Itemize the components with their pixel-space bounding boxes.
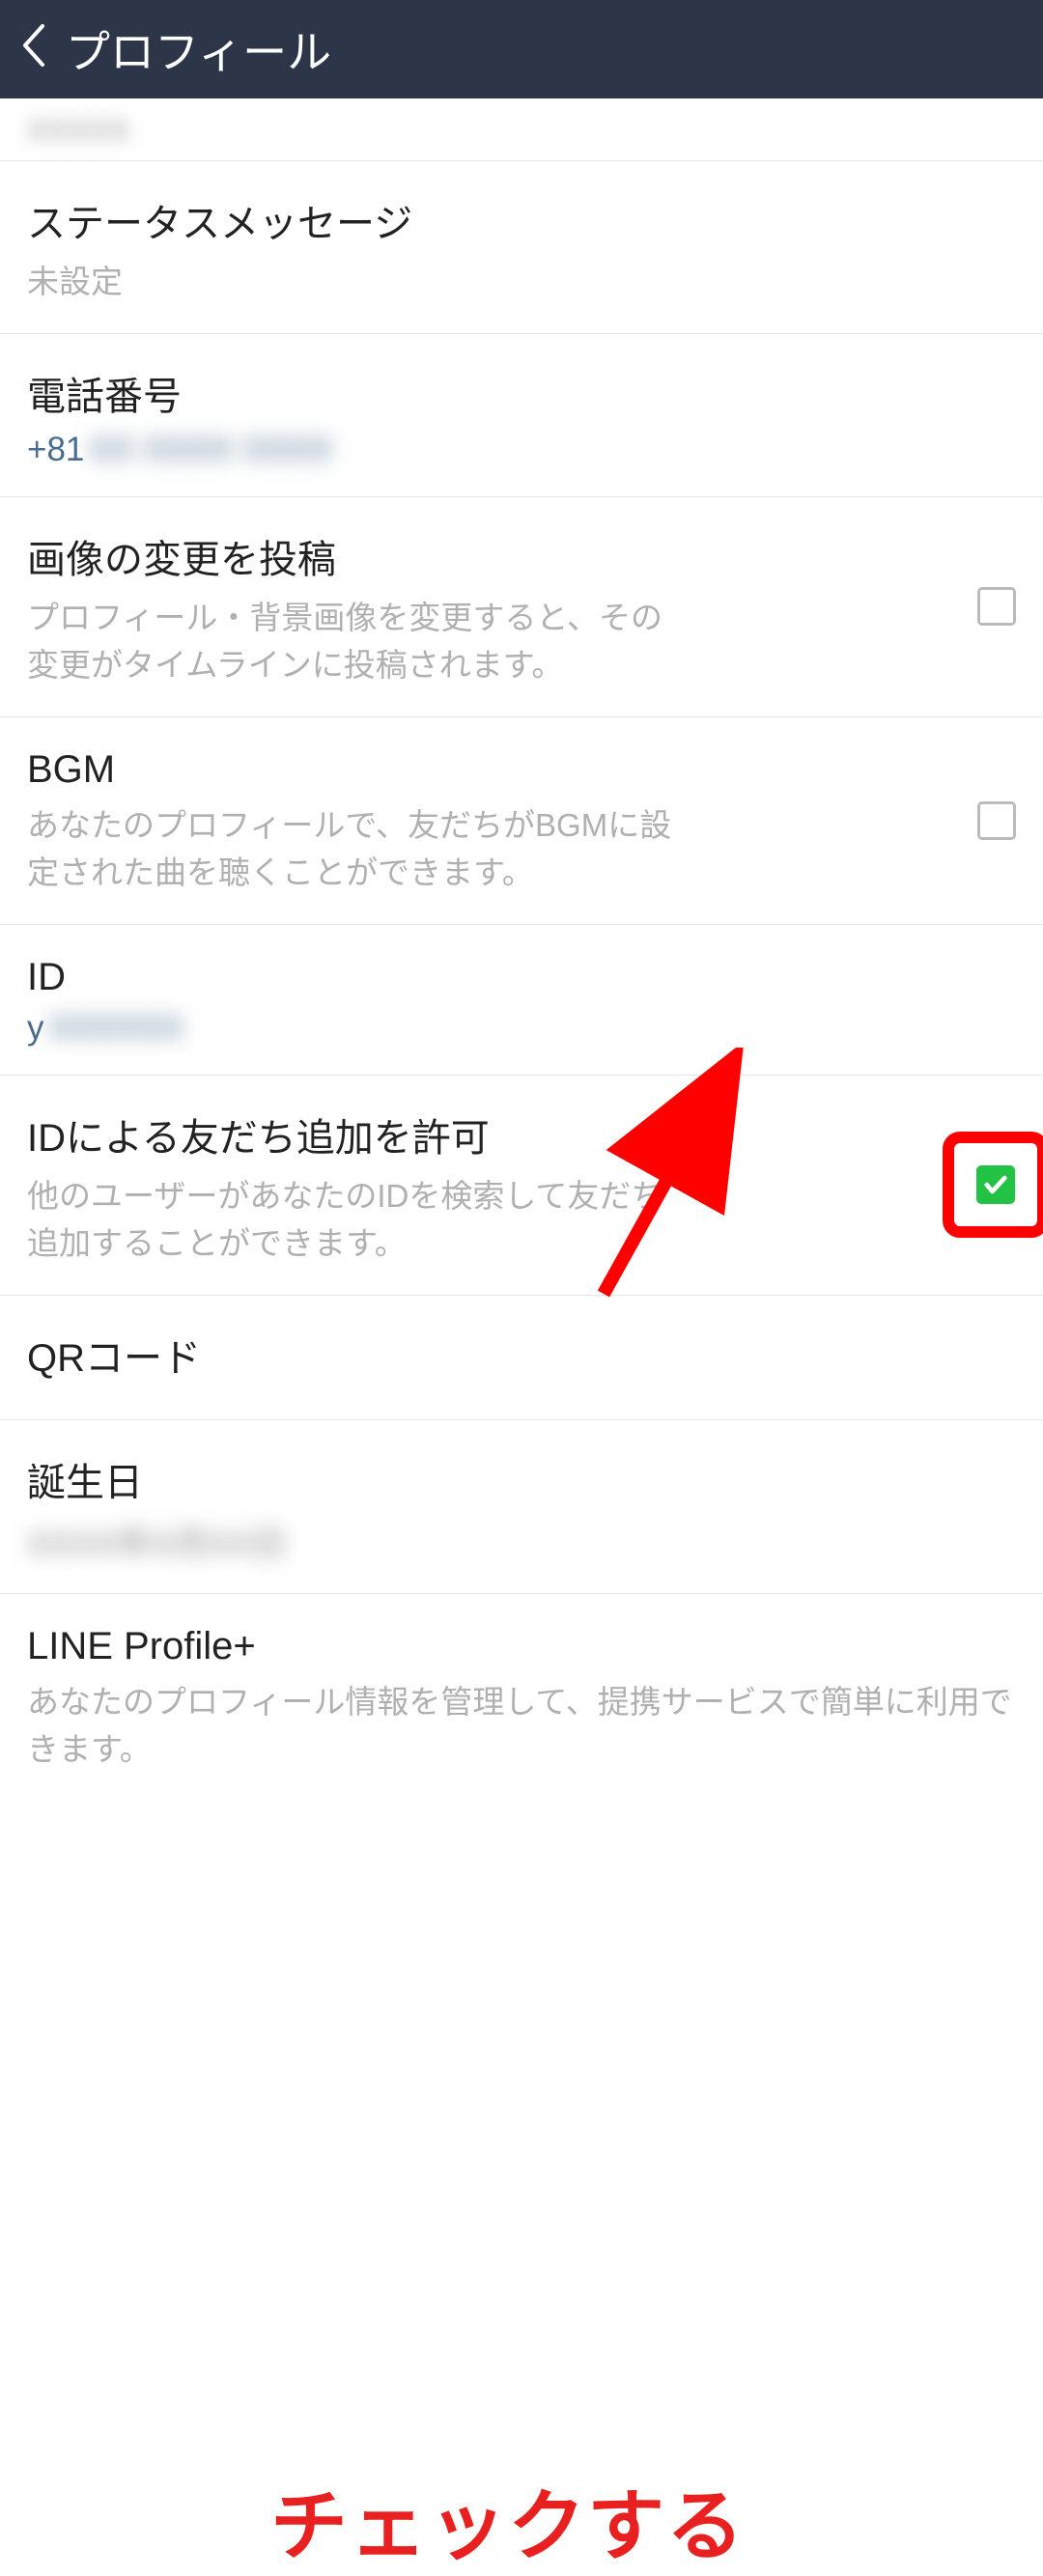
phone-value: +81: [27, 431, 84, 468]
bgm-checkbox-wrap[interactable]: [977, 801, 1016, 840]
row-qr[interactable]: QRコード チェックする: [0, 1296, 1043, 1420]
row-profile-plus[interactable]: LINE Profile+ あなたのプロフィール情報を管理して、提携サービスで簡…: [0, 1594, 1043, 1801]
back-icon[interactable]: [19, 22, 46, 77]
annotation-text: チェックする: [270, 2464, 746, 2576]
id-title: ID: [27, 956, 1016, 999]
annotation-highlight-box: [943, 1132, 1043, 1238]
status-value: 未設定: [27, 258, 1016, 306]
row-status-message[interactable]: ステータスメッセージ 未設定: [0, 161, 1043, 334]
phone-blurred: XX XXXX XXXX: [89, 431, 333, 468]
checkbox-checked-icon[interactable]: [976, 1165, 1015, 1204]
id-value: y: [27, 1009, 44, 1047]
bgm-title: BGM: [27, 748, 684, 792]
phone-title: 電話番号: [27, 365, 1016, 421]
row-id-allow[interactable]: IDによる友だち追加を許可 他のユーザーがあなたのIDを検索して友だち追加するこ…: [0, 1076, 1043, 1296]
page-title: プロフィール: [66, 17, 331, 81]
checkbox-unchecked-icon: [977, 801, 1016, 840]
bgm-subtitle: あなたのプロフィールで、友だちがBGMに設定された曲を聴くことができます。: [27, 801, 684, 897]
row-bgm[interactable]: BGM あなたのプロフィールで、友だちがBGMに設定された曲を聴くことができます…: [0, 717, 1043, 925]
row-id[interactable]: ID y XXXXXX: [0, 925, 1043, 1076]
image-post-checkbox-wrap[interactable]: [977, 587, 1016, 626]
row-image-post[interactable]: 画像の変更を投稿 プロフィール・背景画像を変更すると、その変更がタイムラインに投…: [0, 497, 1043, 717]
id-blurred: XXXXXX: [48, 1009, 183, 1047]
content-area: XXXXX ステータスメッセージ 未設定 電話番号 +81 XX XXXX XX…: [0, 98, 1043, 1801]
row-birthday[interactable]: 誕生日 XXXX年X月XX日: [0, 1420, 1043, 1594]
header-bar: プロフィール: [0, 0, 1043, 98]
profile-plus-subtitle: あなたのプロフィール情報を管理して、提携サービスで簡単に利用できます。: [27, 1678, 1016, 1774]
checkbox-unchecked-icon: [977, 587, 1016, 626]
image-post-title: 画像の変更を投稿: [27, 528, 684, 584]
image-post-subtitle: プロフィール・背景画像を変更すると、その変更がタイムラインに投稿されます。: [27, 594, 684, 689]
id-allow-subtitle: 他のユーザーがあなたのIDを検索して友だち追加することができます。: [27, 1172, 684, 1268]
status-title: ステータスメッセージ: [27, 192, 1016, 248]
birthday-blurred: XXXX年X月XX日: [27, 1517, 1016, 1566]
qr-title: QRコード: [27, 1327, 1016, 1383]
id-allow-title: IDによる友だち追加を許可: [27, 1106, 684, 1162]
blurred-text: XXXXX: [27, 113, 1016, 149]
row-phone[interactable]: 電話番号 +81 XX XXXX XXXX: [0, 334, 1043, 497]
birthday-title: 誕生日: [27, 1451, 1016, 1507]
row-name-blurred[interactable]: XXXXX: [0, 98, 1043, 161]
profile-plus-title: LINE Profile+: [27, 1625, 1016, 1668]
